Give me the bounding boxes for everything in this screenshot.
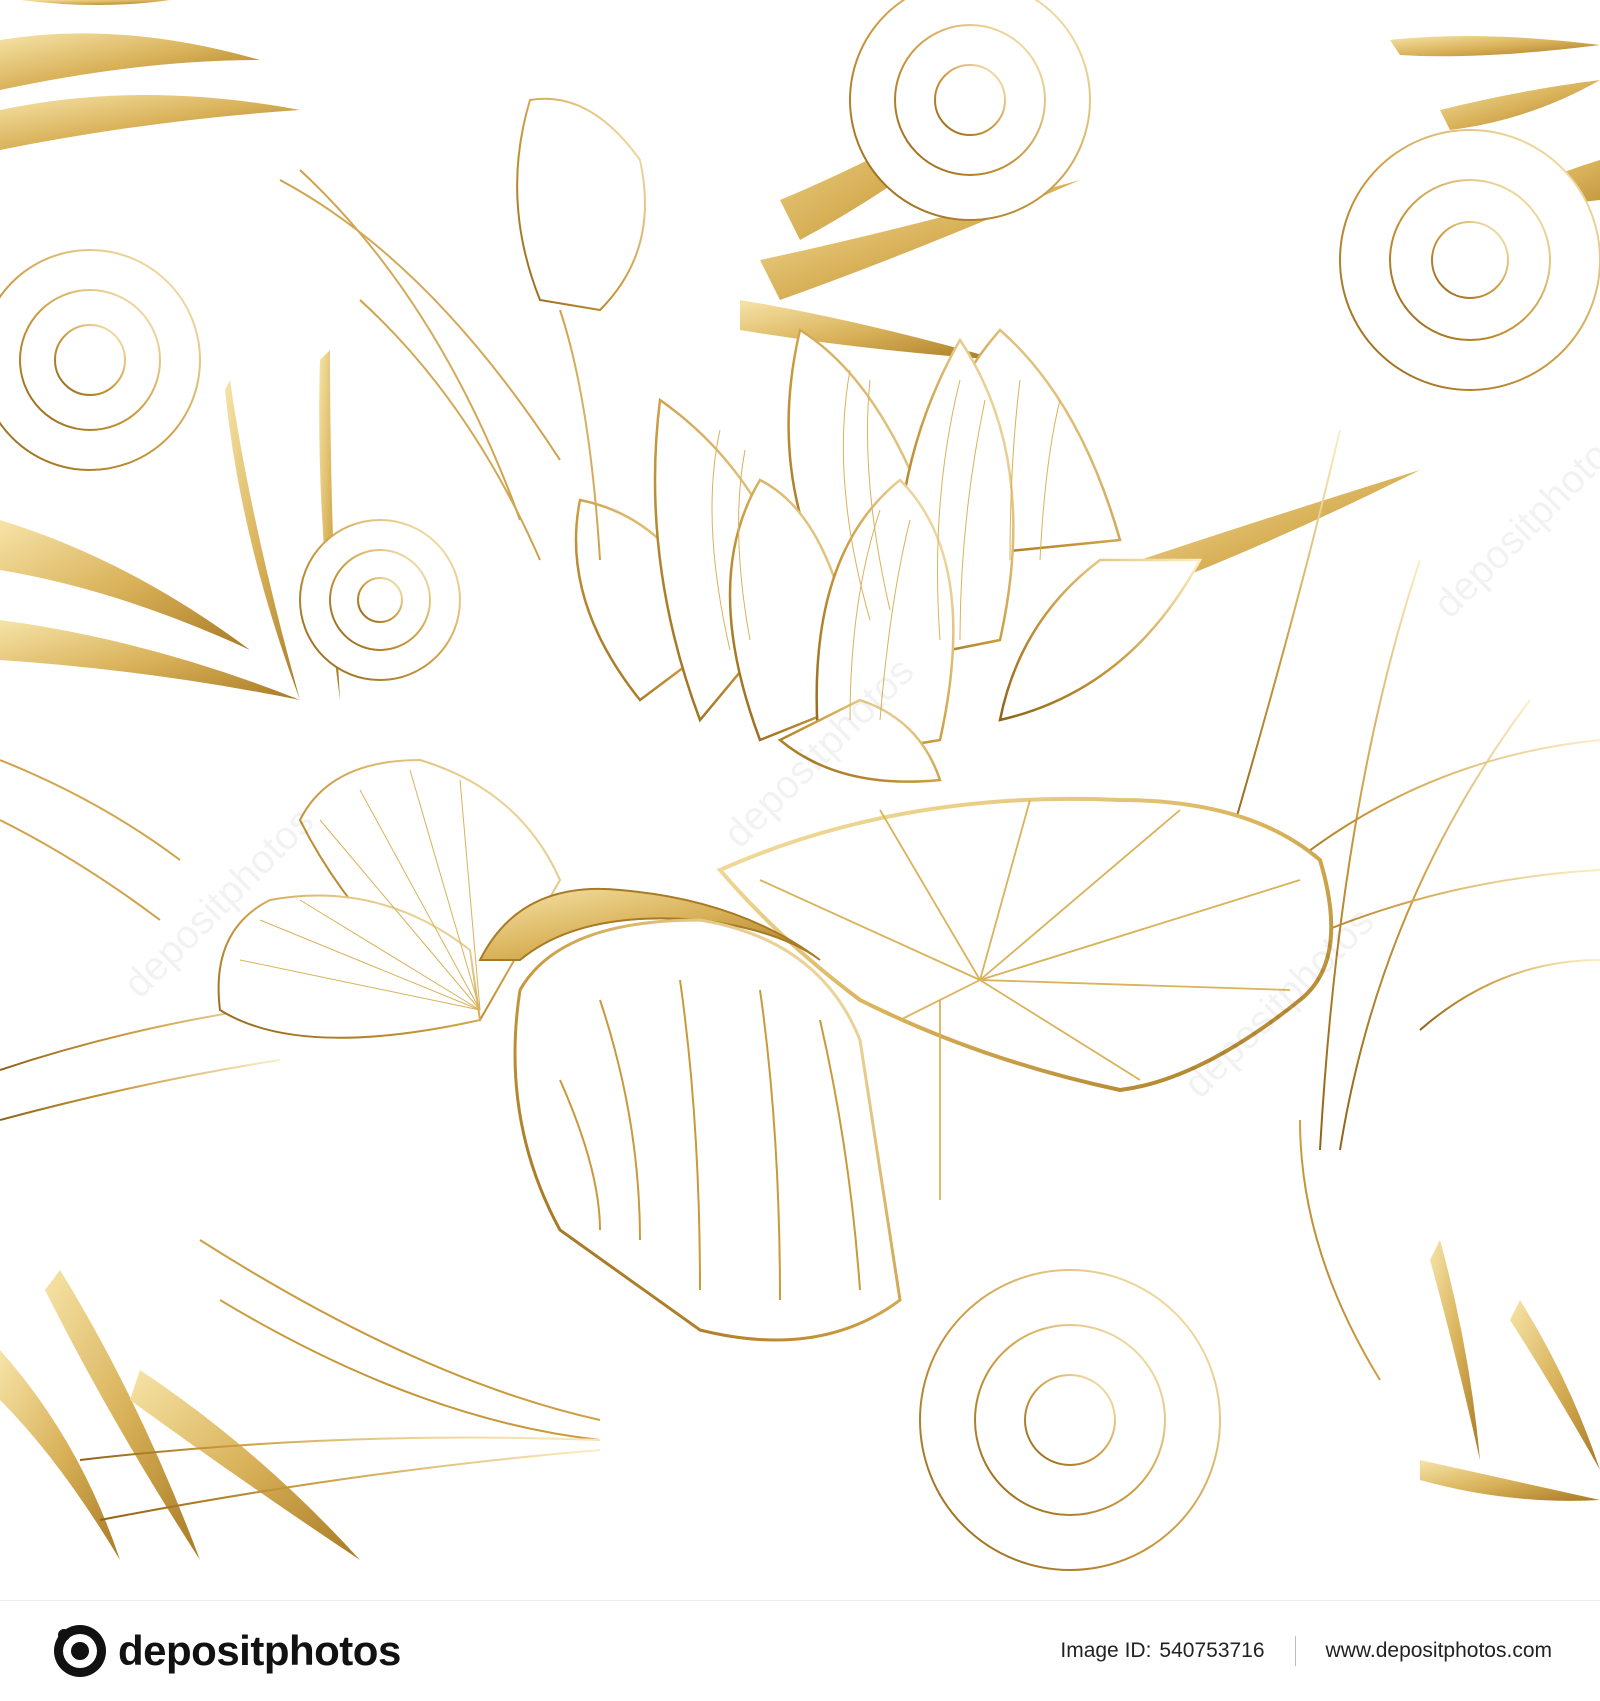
floral-artwork: depositphotos depositphotos depositphoto…: [0, 0, 1600, 1571]
watermark-text: depositphotos: [1425, 419, 1600, 626]
ginkgo-leaf: [217, 758, 562, 1039]
site-url-link[interactable]: www.depositphotos.com: [1326, 1639, 1552, 1663]
image-meta: Image ID: 540753716 www.depositphotos.co…: [1060, 1635, 1552, 1666]
divider: [1294, 1635, 1296, 1666]
camera-aperture-icon: [54, 1624, 106, 1677]
image-id-label: Image ID:: [1060, 1638, 1152, 1662]
brand-name: depositphotos: [118, 1626, 401, 1674]
tulip-bud: [516, 97, 646, 561]
brand[interactable]: depositphotos: [52, 1601, 401, 1701]
footer-bar: depositphotos Image ID: 540753716 www.de…: [0, 1600, 1600, 1700]
image-id-value: 540753716: [1159, 1638, 1265, 1662]
